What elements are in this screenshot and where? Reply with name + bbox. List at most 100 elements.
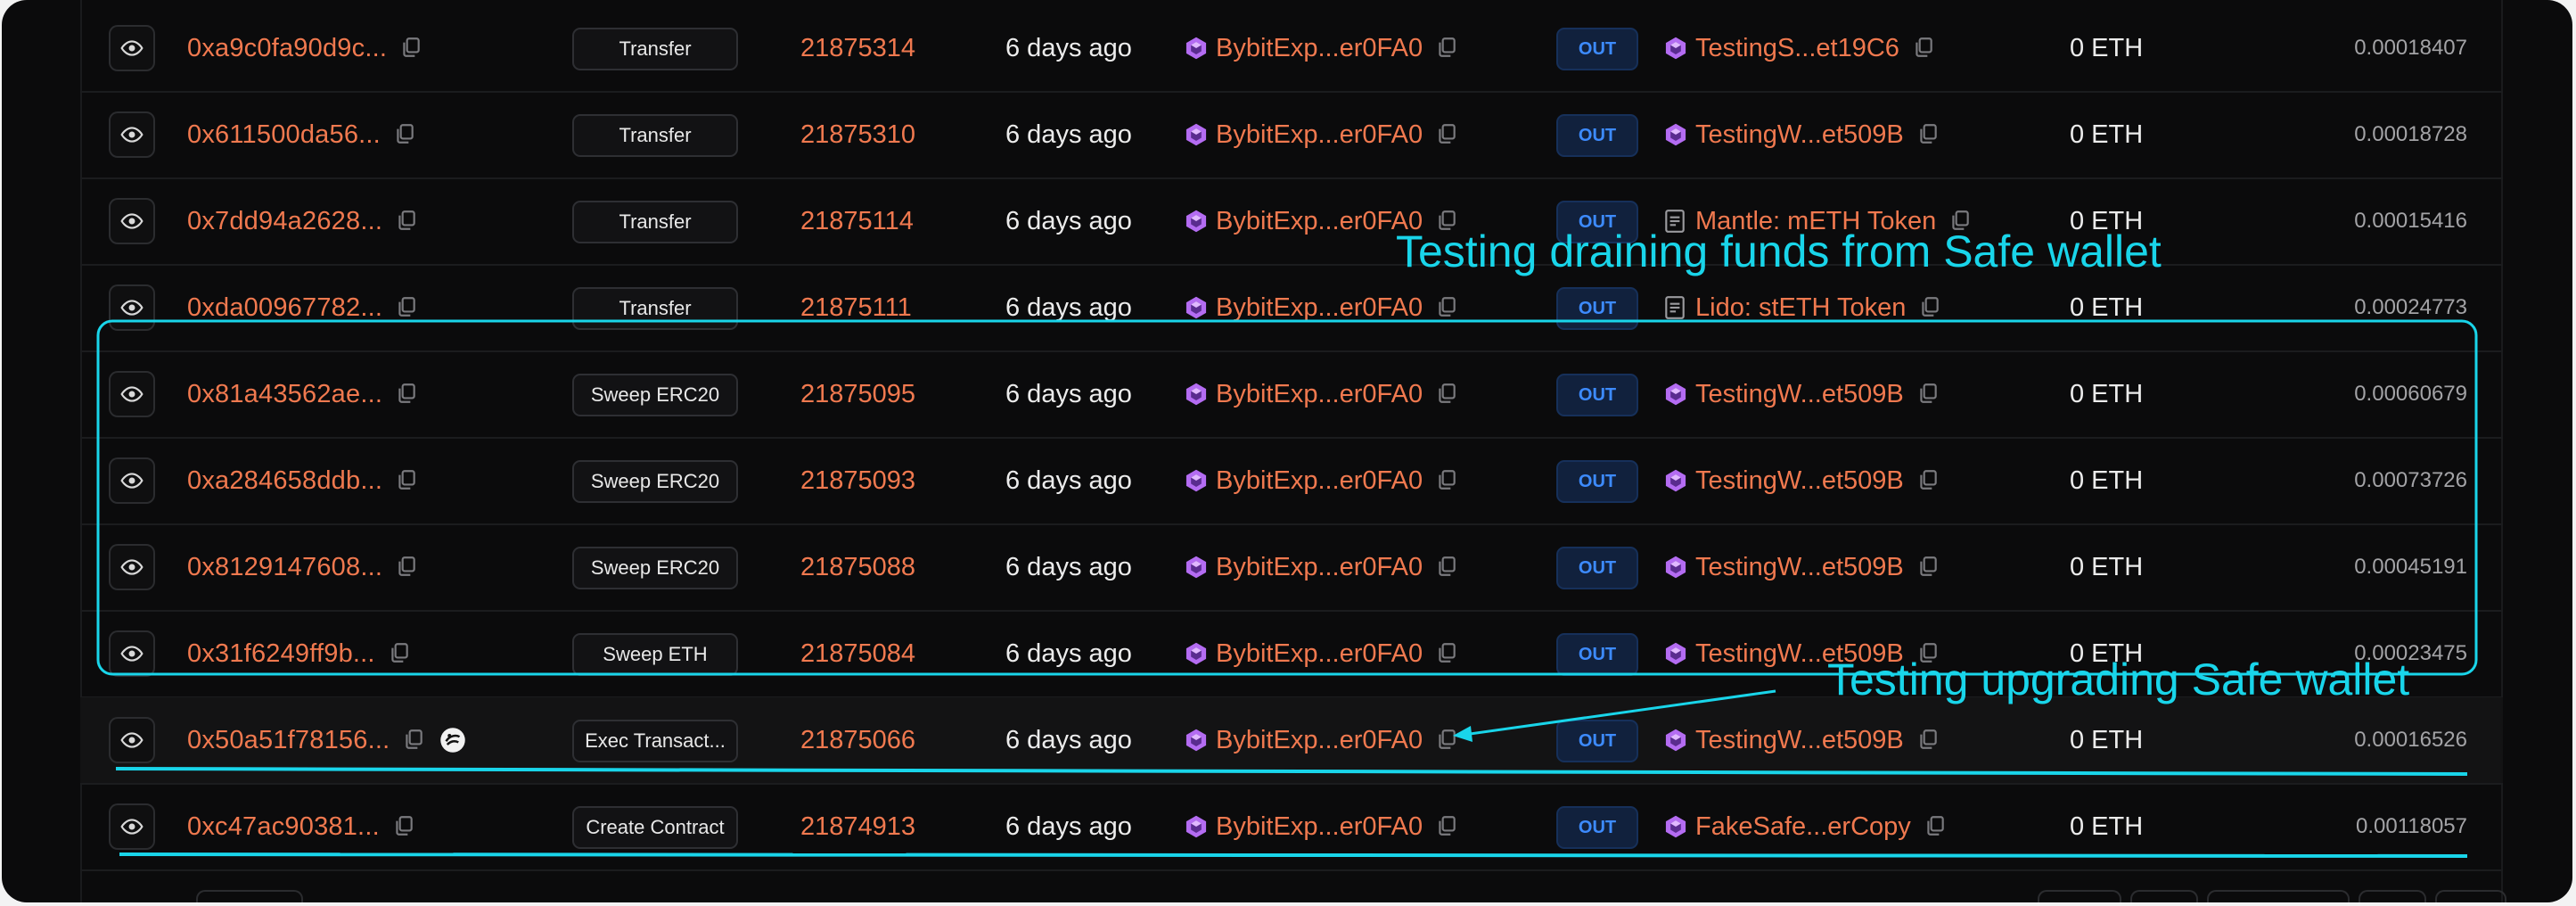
view-details-button[interactable]	[109, 25, 155, 71]
tx-hash-link[interactable]: 0xa9c0fa90d9c...	[187, 34, 387, 63]
to-address-link[interactable]: FakeSafe...erCopy	[1695, 812, 1911, 842]
to-address-link[interactable]: TestingW...et509B	[1695, 726, 1904, 755]
from-address-link[interactable]: BybitExp...er0FA0	[1216, 34, 1423, 63]
from-address-link[interactable]: BybitExp...er0FA0	[1216, 639, 1423, 669]
to-address-link[interactable]: TestingS...et19C6	[1695, 34, 1899, 63]
tx-hash-link[interactable]: 0x7dd94a2628...	[187, 207, 382, 236]
table-row: 0xa284658ddb... Sweep ERC20 21875093 6 d…	[80, 438, 2503, 525]
tx-hash-cell: 0xda00967782...	[187, 265, 420, 350]
to-address-link[interactable]: TestingW...et509B	[1695, 120, 1904, 150]
pagination-page-label	[2207, 890, 2350, 902]
tx-hash-link[interactable]: 0x50a51f78156...	[187, 726, 390, 755]
tx-hash-link[interactable]: 0x81a43562ae...	[187, 380, 382, 409]
to-address-link[interactable]: Lido: stETH Token	[1695, 293, 1906, 323]
from-address-cell: BybitExp...er0FA0	[1184, 5, 1460, 91]
copy-icon[interactable]	[395, 382, 420, 407]
copy-icon[interactable]	[1435, 122, 1460, 147]
block-link[interactable]: 21875066	[800, 697, 915, 783]
contract-icon	[1184, 555, 1209, 580]
block-link[interactable]: 21874913	[800, 784, 915, 869]
block-link[interactable]: 21875084	[800, 611, 915, 696]
from-address-cell: BybitExp...er0FA0	[1184, 524, 1460, 610]
pagination-next-button[interactable]	[2359, 890, 2426, 902]
copy-icon[interactable]	[1916, 122, 1941, 147]
eye-icon	[120, 729, 144, 752]
copy-icon[interactable]	[1435, 555, 1460, 580]
tx-hash-link[interactable]: 0xc47ac90381...	[187, 812, 380, 842]
contract-icon	[1663, 641, 1688, 666]
copy-icon[interactable]	[1435, 641, 1460, 666]
block-link[interactable]: 21875095	[800, 351, 915, 437]
from-address-link[interactable]: BybitExp...er0FA0	[1216, 120, 1423, 150]
from-address-link[interactable]: BybitExp...er0FA0	[1216, 812, 1423, 842]
from-address-cell: BybitExp...er0FA0	[1184, 92, 1460, 177]
copy-icon[interactable]	[1916, 555, 1941, 580]
copy-icon[interactable]	[1912, 36, 1937, 61]
pagination-last-button[interactable]	[2435, 890, 2506, 902]
from-address-link[interactable]: BybitExp...er0FA0	[1216, 293, 1423, 323]
from-address-link[interactable]: BybitExp...er0FA0	[1216, 466, 1423, 496]
view-details-button[interactable]	[109, 111, 155, 158]
block-link[interactable]: 21875111	[800, 265, 912, 350]
tx-hash-link[interactable]: 0xa284658ddb...	[187, 466, 382, 496]
from-address-link[interactable]: BybitExp...er0FA0	[1216, 207, 1423, 236]
pagination-first-button[interactable]	[2038, 890, 2121, 902]
block-link[interactable]: 21875310	[800, 92, 915, 177]
view-details-button[interactable]	[109, 284, 155, 331]
tx-hash-link[interactable]: 0x611500da56...	[187, 120, 381, 150]
block-link[interactable]: 21875114	[800, 178, 914, 264]
age-text: 6 days ago	[1005, 206, 1132, 235]
copy-icon[interactable]	[395, 209, 420, 234]
copy-icon[interactable]	[1435, 382, 1460, 407]
view-details-button[interactable]	[109, 457, 155, 504]
from-address-link[interactable]: BybitExp...er0FA0	[1216, 380, 1423, 409]
copy-icon[interactable]	[393, 122, 418, 147]
from-address-cell: BybitExp...er0FA0	[1184, 351, 1460, 437]
view-details-button[interactable]	[109, 371, 155, 417]
copy-icon[interactable]	[402, 728, 427, 753]
copy-icon[interactable]	[395, 555, 420, 580]
direction-badge: OUT	[1556, 287, 1638, 330]
view-details-button[interactable]	[109, 198, 155, 244]
block-link[interactable]: 21875314	[800, 5, 915, 91]
view-details-button[interactable]	[109, 717, 155, 763]
pagination-prev-button[interactable]	[2130, 890, 2198, 902]
copy-icon[interactable]	[1924, 814, 1948, 839]
from-address-link[interactable]: BybitExp...er0FA0	[1216, 726, 1423, 755]
table-row: 0xc47ac90381... Create Contract 21874913…	[80, 784, 2503, 871]
page-size-select[interactable]	[196, 890, 303, 902]
view-details-button[interactable]	[109, 803, 155, 850]
to-address-link[interactable]: TestingW...et509B	[1695, 553, 1904, 582]
copy-icon[interactable]	[399, 36, 424, 61]
from-address-cell: BybitExp...er0FA0	[1184, 784, 1460, 869]
copy-icon[interactable]	[1435, 728, 1460, 753]
view-details-button[interactable]	[109, 630, 155, 677]
copy-icon[interactable]	[1918, 295, 1943, 320]
direction-badge: OUT	[1556, 720, 1638, 762]
copy-icon[interactable]	[1916, 382, 1941, 407]
special-tx-icon	[439, 727, 466, 754]
copy-icon[interactable]	[395, 468, 420, 493]
copy-icon[interactable]	[1435, 36, 1460, 61]
copy-icon[interactable]	[1435, 814, 1460, 839]
tx-hash-link[interactable]: 0x8129147608...	[187, 553, 382, 582]
to-address-link[interactable]: TestingW...et509B	[1695, 380, 1904, 409]
direction-badge: OUT	[1556, 374, 1638, 416]
age-text: 6 days ago	[1005, 379, 1132, 408]
block-link[interactable]: 21875088	[800, 524, 915, 610]
tx-hash-link[interactable]: 0xda00967782...	[187, 293, 382, 323]
copy-icon[interactable]	[395, 295, 420, 320]
age-text: 6 days ago	[1005, 119, 1132, 149]
copy-icon[interactable]	[1916, 728, 1941, 753]
copy-icon[interactable]	[388, 641, 413, 666]
copy-icon[interactable]	[392, 814, 417, 839]
copy-icon[interactable]	[1435, 295, 1460, 320]
copy-icon[interactable]	[1916, 468, 1941, 493]
block-link[interactable]: 21875093	[800, 438, 915, 523]
contract-icon	[1184, 728, 1209, 753]
tx-hash-link[interactable]: 0x31f6249ff9b...	[187, 639, 375, 669]
from-address-link[interactable]: BybitExp...er0FA0	[1216, 553, 1423, 582]
copy-icon[interactable]	[1435, 468, 1460, 493]
view-details-button[interactable]	[109, 544, 155, 590]
to-address-link[interactable]: TestingW...et509B	[1695, 466, 1904, 496]
